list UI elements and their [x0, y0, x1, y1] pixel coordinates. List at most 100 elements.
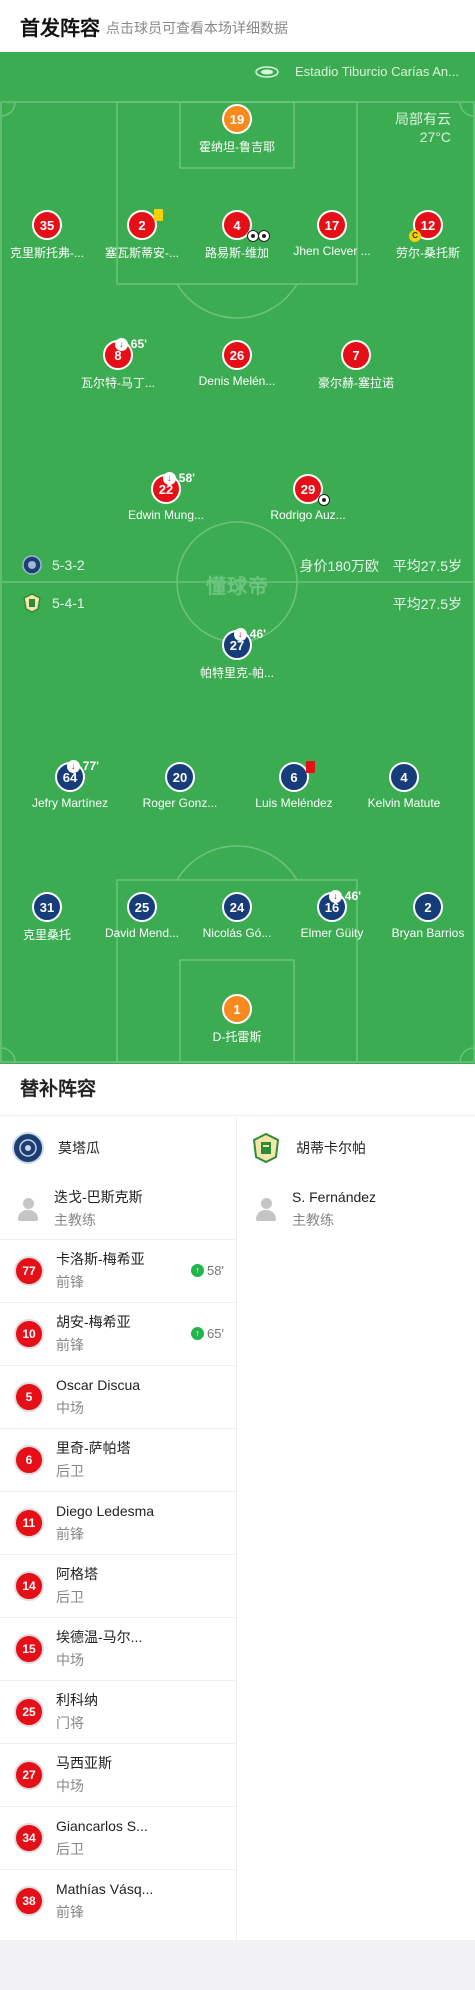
player-home-12[interactable]: 12 C 劳尔-桑托斯	[378, 210, 475, 261]
sub-player-38[interactable]: 38 Mathías Vásq... 前锋	[0, 1869, 236, 1932]
sub-player-6[interactable]: 6 里奇-萨帕塔 后卫	[0, 1428, 236, 1491]
stadium-info: Estadio Tiburcio Carías An...	[255, 64, 459, 79]
temperature: 27°C	[419, 129, 451, 145]
sub-time: 58'	[178, 471, 195, 485]
sub-player-34[interactable]: 34 Giancarlos S... 后卫	[0, 1806, 236, 1869]
player-away-25[interactable]: 25 David Mend...	[92, 892, 192, 940]
player-home-22[interactable]: 22 ↓ 58' Edwin Mung...	[116, 471, 216, 522]
player-number-badge: 31	[32, 892, 62, 922]
player-number-badge: 35	[32, 210, 62, 240]
sub-time: 65'	[130, 337, 147, 351]
away-formation: 5-4-1	[52, 595, 85, 611]
player-away-20[interactable]: 20 Roger Gonz...	[130, 762, 230, 810]
player-number-badge: 17	[317, 210, 347, 240]
home-market-value: 身价180万欧	[299, 558, 379, 574]
home-team-name: 莫塔瓜	[58, 1140, 100, 1156]
player-away-1[interactable]: 1 D-托雷斯	[187, 994, 287, 1045]
sub-out-marker: ↓ 77'	[66, 759, 99, 773]
player-name: 塞瓦斯蒂安-...	[105, 246, 179, 260]
sub-in-time: 65'	[207, 1326, 224, 1341]
stadium-name: Estadio Tiburcio Carías An...	[294, 64, 459, 79]
player-home-8[interactable]: 8 ↓ 65' 瓦尔特-马丁...	[68, 337, 168, 391]
player-home-7[interactable]: 7 豪尔赫-塞拉诺	[306, 340, 406, 391]
player-away-27[interactable]: 27 ↓ 46' 帕特里克-帕...	[187, 627, 287, 681]
pitch: Estadio Tiburcio Carías An... 局部有云 27°C …	[0, 52, 475, 1064]
sub-time: 46'	[344, 889, 361, 903]
lineup-header: 首发阵容 点击球员可查看本场详细数据	[0, 0, 475, 52]
home-team-crest-icon	[22, 555, 42, 575]
player-away-31[interactable]: 31 克里桑托	[0, 892, 97, 943]
home-coach[interactable]: 迭戈-巴斯克斯 主教练	[0, 1179, 236, 1239]
player-home-35[interactable]: 35 克里斯托弗-...	[0, 210, 97, 261]
sub-player-name: 阿格塔	[56, 1566, 98, 1582]
player-home-29[interactable]: 29 Rodrigo Auz...	[258, 474, 358, 522]
player-home-26[interactable]: 26 Denis Melén...	[187, 340, 287, 388]
player-name: 瓦尔特-马丁...	[81, 376, 155, 390]
player-number-badge: 7	[341, 340, 371, 370]
player-away-24[interactable]: 24 Nicolás Gó...	[187, 892, 287, 940]
player-away-6[interactable]: 6 Luis Meléndez	[244, 761, 344, 810]
sub-player-position: 前锋	[56, 1337, 84, 1353]
sub-number-badge: 77	[14, 1256, 44, 1286]
player-away-2[interactable]: 2 Bryan Barrios	[378, 892, 475, 940]
sub-player-position: 中场	[56, 1400, 84, 1416]
sub-in-icon: ↑	[191, 1264, 205, 1277]
sub-player-77[interactable]: 77 卡洛斯-梅希亚 前锋 ↑ 58'	[0, 1239, 236, 1302]
player-home-19[interactable]: 19 霍纳坦-鲁吉耶	[187, 104, 287, 155]
stadium-icon	[255, 65, 279, 78]
sub-in-icon: ↑	[191, 1327, 205, 1340]
away-team-head[interactable]: 胡蒂卡尔帕	[238, 1117, 475, 1179]
sub-player-position: 前锋	[56, 1526, 84, 1542]
home-team-head[interactable]: 莫塔瓜	[0, 1117, 236, 1179]
home-formation: 5-3-2	[52, 557, 85, 573]
coach-name: S. Fernández	[292, 1189, 377, 1205]
away-coach[interactable]: S. Fernández 主教练	[238, 1179, 475, 1239]
player-name: 霍纳坦-鲁吉耶	[199, 140, 275, 154]
sub-player-27[interactable]: 27 马西亚斯 中场	[0, 1743, 236, 1806]
player-name: Jhen Clever ...	[293, 244, 371, 258]
player-away-16[interactable]: 16 ↓ 46' Elmer Güity	[282, 889, 382, 940]
sub-number-badge: 25	[14, 1697, 44, 1727]
home-team-crest-icon	[12, 1132, 44, 1164]
player-number-badge: 6	[279, 761, 315, 792]
sub-in-marker: ↑ 58'	[191, 1263, 224, 1278]
sub-player-25[interactable]: 25 利科纳 门将	[0, 1680, 236, 1743]
player-number-badge: 4	[389, 762, 419, 792]
sub-number-badge: 10	[14, 1319, 44, 1349]
sub-out-marker: ↓ 65'	[114, 337, 147, 351]
player-home-4[interactable]: 4 路易斯-维加	[187, 210, 287, 261]
player-number: 31	[39, 899, 55, 915]
player-name: Rodrigo Auz...	[270, 508, 346, 522]
away-team-info: 5-4-1 平均27.5岁	[22, 593, 462, 613]
player-away-4[interactable]: 4 Kelvin Matute	[354, 762, 454, 810]
sub-player-name: 马西亚斯	[56, 1755, 112, 1771]
sub-player-14[interactable]: 14 阿格塔 后卫	[0, 1554, 236, 1617]
sub-out-icon: ↓	[233, 627, 247, 641]
sub-player-15[interactable]: 15 埃德温-马尔... 中场	[0, 1617, 236, 1680]
player-number-badge: 20	[165, 762, 195, 792]
home-avg-age: 平均27.5岁	[392, 558, 462, 574]
sub-player-position: 中场	[56, 1778, 84, 1794]
sub-out-icon: ↓	[328, 889, 342, 903]
player-number-badge: 22 ↓ 58'	[151, 471, 195, 504]
player-name: 克里桑托	[22, 928, 71, 942]
sub-number-badge: 34	[14, 1823, 44, 1853]
sub-in-time: 58'	[207, 1263, 224, 1278]
sub-player-name: Giancarlos S...	[56, 1818, 148, 1834]
player-number-badge: 19	[222, 104, 252, 134]
coach-name: 迭戈-巴斯克斯	[54, 1189, 143, 1205]
sub-player-11[interactable]: 11 Diego Ledesma 前锋	[0, 1491, 236, 1554]
sub-number-badge: 14	[14, 1571, 44, 1601]
player-home-2[interactable]: 2 塞瓦斯蒂安-...	[92, 209, 192, 261]
coach-role: 主教练	[292, 1212, 334, 1228]
player-home-17[interactable]: 17 Jhen Clever ...	[282, 210, 382, 258]
player-name: Bryan Barrios	[391, 926, 465, 940]
sub-player-10[interactable]: 10 胡安-梅希亚 前锋 ↑ 65'	[0, 1302, 236, 1365]
sub-out-icon: ↓	[114, 337, 128, 351]
sub-player-position: 后卫	[56, 1463, 84, 1479]
sub-player-5[interactable]: 5 Oscar Discua 中场	[0, 1365, 236, 1428]
player-number: 6	[290, 769, 298, 785]
player-number-badge: 25	[127, 892, 157, 922]
player-away-64[interactable]: 64 ↓ 77' Jefry Martínez	[20, 759, 120, 810]
player-number: 20	[172, 769, 188, 785]
